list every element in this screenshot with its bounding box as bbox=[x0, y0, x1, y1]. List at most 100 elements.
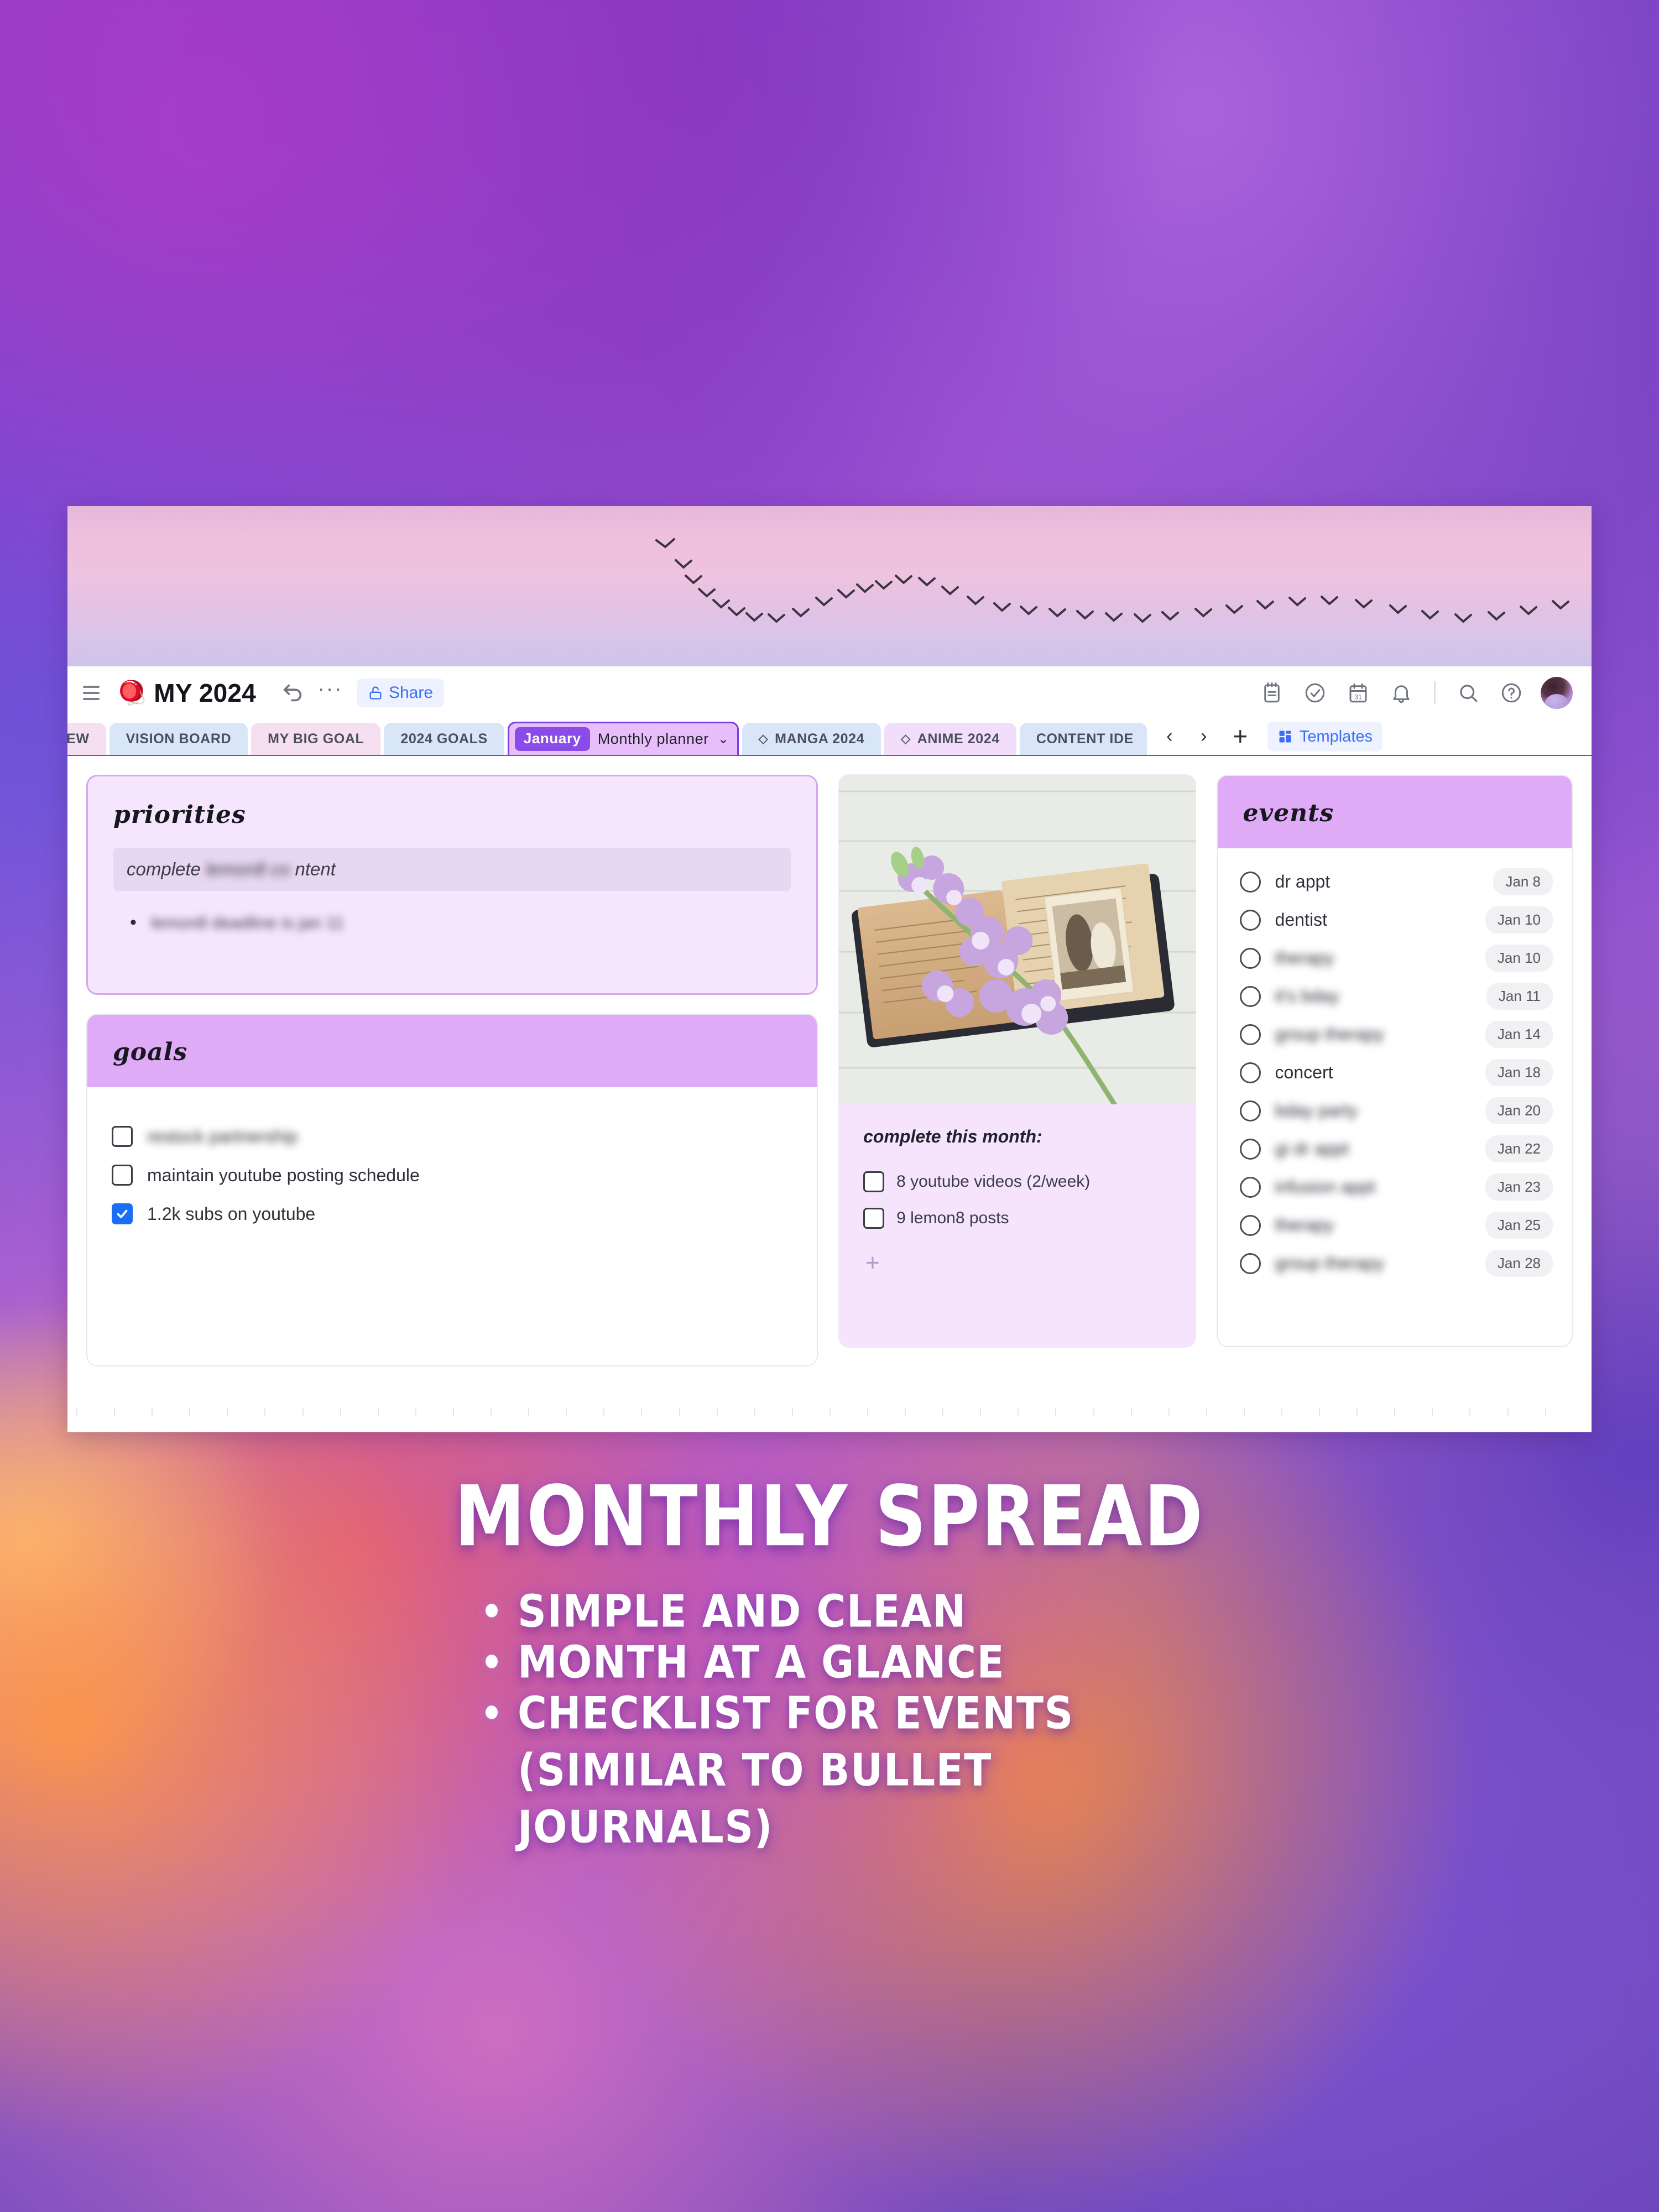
unlock-icon bbox=[369, 686, 382, 700]
priorities-card[interactable]: priorities complete lemon8 co ntent • le… bbox=[86, 775, 818, 995]
events-heading: events bbox=[1243, 799, 1334, 827]
page-cover-banner[interactable] bbox=[67, 506, 1592, 666]
help-question-icon[interactable] bbox=[1498, 679, 1525, 707]
event-date-badge: Jan 14 bbox=[1485, 1021, 1553, 1048]
priorities-input[interactable]: complete lemon8 co ntent bbox=[113, 848, 791, 891]
checkbox-unchecked-icon[interactable] bbox=[112, 1126, 133, 1147]
event-date-badge: Jan 10 bbox=[1485, 945, 1553, 972]
ruler-tick bbox=[1168, 1408, 1206, 1416]
radio-circle-icon[interactable] bbox=[1239, 1253, 1261, 1274]
checkbox-unchecked-icon[interactable] bbox=[863, 1208, 885, 1229]
radio-circle-icon[interactable] bbox=[1239, 1138, 1261, 1160]
ruler-tick bbox=[867, 1408, 905, 1416]
ruler-tick bbox=[1243, 1408, 1281, 1416]
radio-circle-icon[interactable] bbox=[1239, 1214, 1261, 1236]
page-emoji-icon[interactable]: 🪀 bbox=[117, 681, 146, 705]
event-row[interactable]: therapy Jan 25 bbox=[1239, 1206, 1553, 1244]
radio-circle-icon[interactable] bbox=[1239, 909, 1261, 931]
ruler-tick bbox=[340, 1408, 378, 1416]
radio-circle-icon[interactable] bbox=[1239, 1062, 1261, 1083]
tab-manga-2024[interactable]: ◇ MANGA 2024 bbox=[742, 723, 881, 755]
page-header-toolbar: 🪀 MY 2024 ··· Share 31 bbox=[67, 666, 1592, 719]
event-row[interactable]: therapy Jan 10 bbox=[1239, 939, 1553, 977]
radio-circle-icon[interactable] bbox=[1239, 1024, 1261, 1045]
ruler-tick bbox=[566, 1408, 603, 1416]
goals-card[interactable]: goals restock partnership maintain youtu… bbox=[86, 1014, 818, 1366]
checkbox-unchecked-icon[interactable] bbox=[112, 1165, 133, 1186]
tasks-check-icon[interactable] bbox=[1301, 679, 1329, 707]
tab-vision-board[interactable]: VISION BOARD bbox=[109, 723, 248, 755]
month-checklist-item[interactable]: 8 youtube videos (2/week) bbox=[863, 1164, 1171, 1200]
goal-checklist-item[interactable]: maintain youtube posting schedule bbox=[112, 1156, 792, 1194]
tab-content-ideas[interactable]: CONTENT IDE bbox=[1019, 723, 1147, 755]
tab-overview[interactable]: EVIEW bbox=[67, 723, 106, 755]
share-button-label: Share bbox=[388, 684, 434, 702]
board-bottom-ruler bbox=[67, 1406, 1592, 1417]
tab-monthly-planner-active[interactable]: January Monthly planner ⌄ bbox=[507, 722, 739, 755]
undo-arrow-icon[interactable] bbox=[278, 678, 308, 708]
ruler-tick bbox=[980, 1408, 1018, 1416]
ruler-tick bbox=[264, 1408, 302, 1416]
board-column-right: events dr appt Jan 8 dentist Jan 10 ther… bbox=[1216, 775, 1573, 1426]
month-item-label: 9 lemon8 posts bbox=[896, 1209, 1009, 1227]
event-row[interactable]: it's bday Jan 11 bbox=[1239, 977, 1553, 1015]
templates-button[interactable]: Templates bbox=[1267, 722, 1383, 752]
notepad-icon[interactable] bbox=[1258, 679, 1286, 707]
event-row[interactable]: dr appt Jan 8 bbox=[1239, 863, 1553, 901]
goal-label: restock partnership bbox=[147, 1126, 298, 1146]
event-name: bday party bbox=[1275, 1100, 1358, 1120]
bell-notification-icon[interactable] bbox=[1387, 679, 1415, 707]
vintage-journal-with-lilac-flowers-photo[interactable] bbox=[839, 775, 1196, 1104]
tab-label: EVIEW bbox=[67, 731, 90, 747]
radio-circle-icon[interactable] bbox=[1239, 1100, 1261, 1121]
add-tab-plus-icon[interactable]: + bbox=[1221, 721, 1260, 752]
chevron-down-icon[interactable]: ⌄ bbox=[718, 731, 729, 747]
ruler-tick bbox=[641, 1408, 679, 1416]
event-row[interactable]: concert Jan 18 bbox=[1239, 1053, 1553, 1092]
goals-card-body: restock partnership maintain youtube pos… bbox=[87, 1087, 817, 1365]
checkbox-unchecked-icon[interactable] bbox=[863, 1171, 885, 1192]
tab-label: Monthly planner bbox=[597, 731, 709, 747]
tab-label: ANIME 2024 bbox=[917, 731, 1000, 747]
ruler-tick bbox=[942, 1408, 980, 1416]
chevron-left-icon[interactable]: ‹ bbox=[1152, 721, 1187, 752]
svg-text:31: 31 bbox=[1354, 693, 1362, 701]
search-icon[interactable] bbox=[1454, 679, 1482, 707]
more-options-icon[interactable]: ··· bbox=[316, 676, 345, 708]
event-row[interactable]: group therapy Jan 14 bbox=[1239, 1015, 1553, 1053]
chevron-right-icon[interactable]: › bbox=[1187, 721, 1221, 752]
radio-circle-icon[interactable] bbox=[1239, 985, 1261, 1007]
page-title[interactable]: MY 2024 bbox=[154, 678, 256, 708]
event-name: infusion appt bbox=[1275, 1177, 1376, 1197]
user-avatar[interactable] bbox=[1541, 677, 1573, 709]
goal-checklist-item[interactable]: restock partnership bbox=[112, 1117, 792, 1156]
goal-checklist-item[interactable]: 1.2k subs on youtube bbox=[112, 1194, 792, 1233]
share-button[interactable]: Share bbox=[356, 679, 445, 707]
toolbar-divider bbox=[1434, 681, 1436, 705]
tab-my-big-goal[interactable]: MY BIG GOAL bbox=[251, 723, 381, 755]
add-item-plus-icon[interactable]: + bbox=[863, 1251, 1171, 1275]
priorities-heading: priorities bbox=[113, 801, 246, 829]
event-row[interactable]: infusion appt Jan 23 bbox=[1239, 1168, 1553, 1206]
event-row[interactable]: dentist Jan 10 bbox=[1239, 901, 1553, 939]
goals-heading: goals bbox=[113, 1038, 188, 1066]
ruler-tick bbox=[415, 1408, 453, 1416]
event-name: it's bday bbox=[1275, 986, 1339, 1006]
events-card[interactable]: events dr appt Jan 8 dentist Jan 10 ther… bbox=[1216, 775, 1573, 1347]
radio-circle-icon[interactable] bbox=[1239, 947, 1261, 969]
event-row[interactable]: group therapy Jan 28 bbox=[1239, 1244, 1553, 1282]
complete-this-month-card[interactable]: complete this month: 8 youtube videos (2… bbox=[839, 775, 1196, 1347]
priorities-input-redacted: lemon8 co bbox=[200, 859, 295, 879]
event-row[interactable]: gi dr appt Jan 22 bbox=[1239, 1130, 1553, 1168]
hamburger-menu-icon[interactable] bbox=[83, 681, 107, 705]
event-row[interactable]: bday party Jan 20 bbox=[1239, 1092, 1553, 1130]
tab-2024-goals[interactable]: 2024 GOALS bbox=[384, 723, 504, 755]
ruler-tick bbox=[603, 1408, 641, 1416]
radio-circle-icon[interactable] bbox=[1239, 1176, 1261, 1198]
calendar-icon[interactable]: 31 bbox=[1344, 679, 1372, 707]
priorities-bullet-item[interactable]: • lemon8 deadline is jan 11 bbox=[113, 913, 791, 933]
month-checklist-item[interactable]: 9 lemon8 posts bbox=[863, 1200, 1171, 1237]
tab-anime-2024[interactable]: ◇ ANIME 2024 bbox=[884, 723, 1016, 755]
checkbox-checked-icon[interactable] bbox=[112, 1203, 133, 1224]
radio-circle-icon[interactable] bbox=[1239, 871, 1261, 893]
